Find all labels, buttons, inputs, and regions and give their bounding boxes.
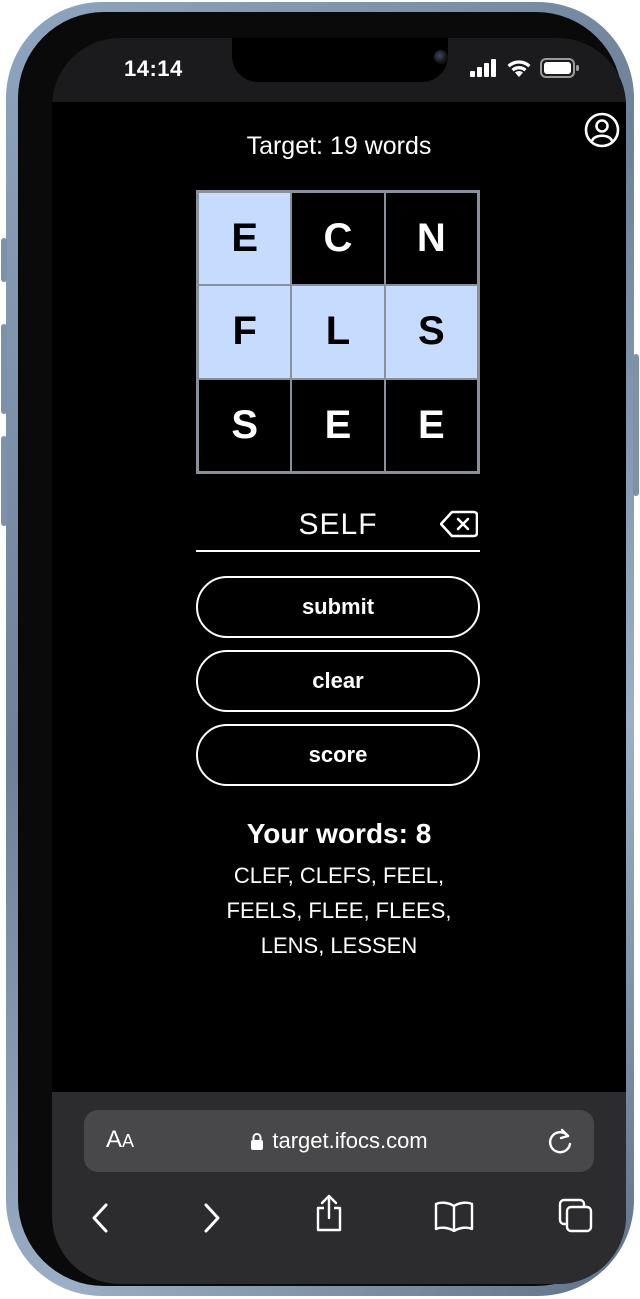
notch bbox=[232, 38, 448, 82]
your-words-title: Your words: 8 bbox=[246, 818, 432, 849]
clear-button[interactable]: clear bbox=[196, 650, 480, 712]
page-content: Target: 19 words ECNFLSSEE SELF submit c… bbox=[52, 102, 626, 1092]
volume-down-button bbox=[1, 436, 7, 526]
user-account-icon bbox=[584, 112, 620, 148]
letter-tile[interactable]: N bbox=[384, 192, 478, 286]
score-button[interactable]: score bbox=[196, 724, 480, 786]
forward-icon bbox=[204, 1203, 220, 1233]
submit-button[interactable]: submit bbox=[196, 576, 480, 638]
tabs-icon bbox=[558, 1198, 593, 1233]
front-camera bbox=[434, 50, 448, 64]
back-icon bbox=[92, 1203, 108, 1233]
status-bar: 14:14 bbox=[52, 38, 626, 102]
letter-tile[interactable]: E bbox=[384, 378, 478, 472]
power-button bbox=[633, 354, 639, 496]
letter-tile[interactable]: C bbox=[291, 192, 385, 286]
phone-frame: 14:14 Target: 19 words E C N F L S S E E… bbox=[1, 2, 639, 1296]
letter-grid: ECNFLSSEE bbox=[196, 190, 480, 474]
your-words-list: CLEF, CLEFS, FEEL, FEELS, FLEE, FLEES, L… bbox=[226, 863, 452, 958]
bezel: 14:14 Target: 19 words E C N F L S S E E… bbox=[18, 12, 626, 1286]
wifi-icon bbox=[507, 60, 531, 77]
tabs-button[interactable] bbox=[558, 1198, 594, 1239]
backspace-icon bbox=[439, 510, 479, 538]
lock-icon bbox=[251, 1133, 264, 1150]
target-count: Target: 19 words bbox=[246, 132, 432, 160]
mute-switch bbox=[1, 238, 7, 282]
word-entry: SELF bbox=[196, 502, 480, 552]
account-button[interactable] bbox=[584, 112, 620, 153]
bookmarks-icon bbox=[434, 1201, 474, 1233]
letter-tile[interactable]: S bbox=[384, 285, 478, 379]
forward-button[interactable] bbox=[202, 1202, 222, 1239]
letter-tile[interactable]: E bbox=[198, 192, 292, 286]
url-display[interactable]: target.ifocs.com bbox=[84, 1128, 594, 1154]
bookmarks-button[interactable] bbox=[434, 1200, 474, 1237]
backspace-button[interactable] bbox=[439, 510, 479, 543]
share-icon bbox=[316, 1194, 342, 1232]
share-button[interactable] bbox=[314, 1194, 344, 1237]
volume-up-button bbox=[1, 324, 7, 414]
url-text: target.ifocs.com bbox=[272, 1128, 428, 1153]
status-icons bbox=[470, 58, 580, 78]
screen: 14:14 Target: 19 words E C N F L S S E E… bbox=[52, 38, 626, 1284]
letter-tile[interactable]: S bbox=[198, 378, 292, 472]
reload-button[interactable] bbox=[546, 1126, 574, 1161]
back-button[interactable] bbox=[90, 1202, 110, 1239]
letter-tile[interactable]: L bbox=[291, 285, 385, 379]
reload-icon bbox=[549, 1128, 572, 1154]
letter-tile[interactable]: E bbox=[291, 378, 385, 472]
status-time: 14:14 bbox=[124, 56, 183, 81]
letter-tile[interactable]: F bbox=[198, 285, 292, 379]
browser-toolbar: AA target.ifocs.com bbox=[52, 1092, 626, 1284]
current-word: SELF bbox=[298, 508, 378, 541]
battery-icon bbox=[540, 58, 579, 78]
address-bar[interactable]: AA target.ifocs.com bbox=[84, 1110, 594, 1172]
cellular-signal-icon bbox=[470, 59, 496, 77]
